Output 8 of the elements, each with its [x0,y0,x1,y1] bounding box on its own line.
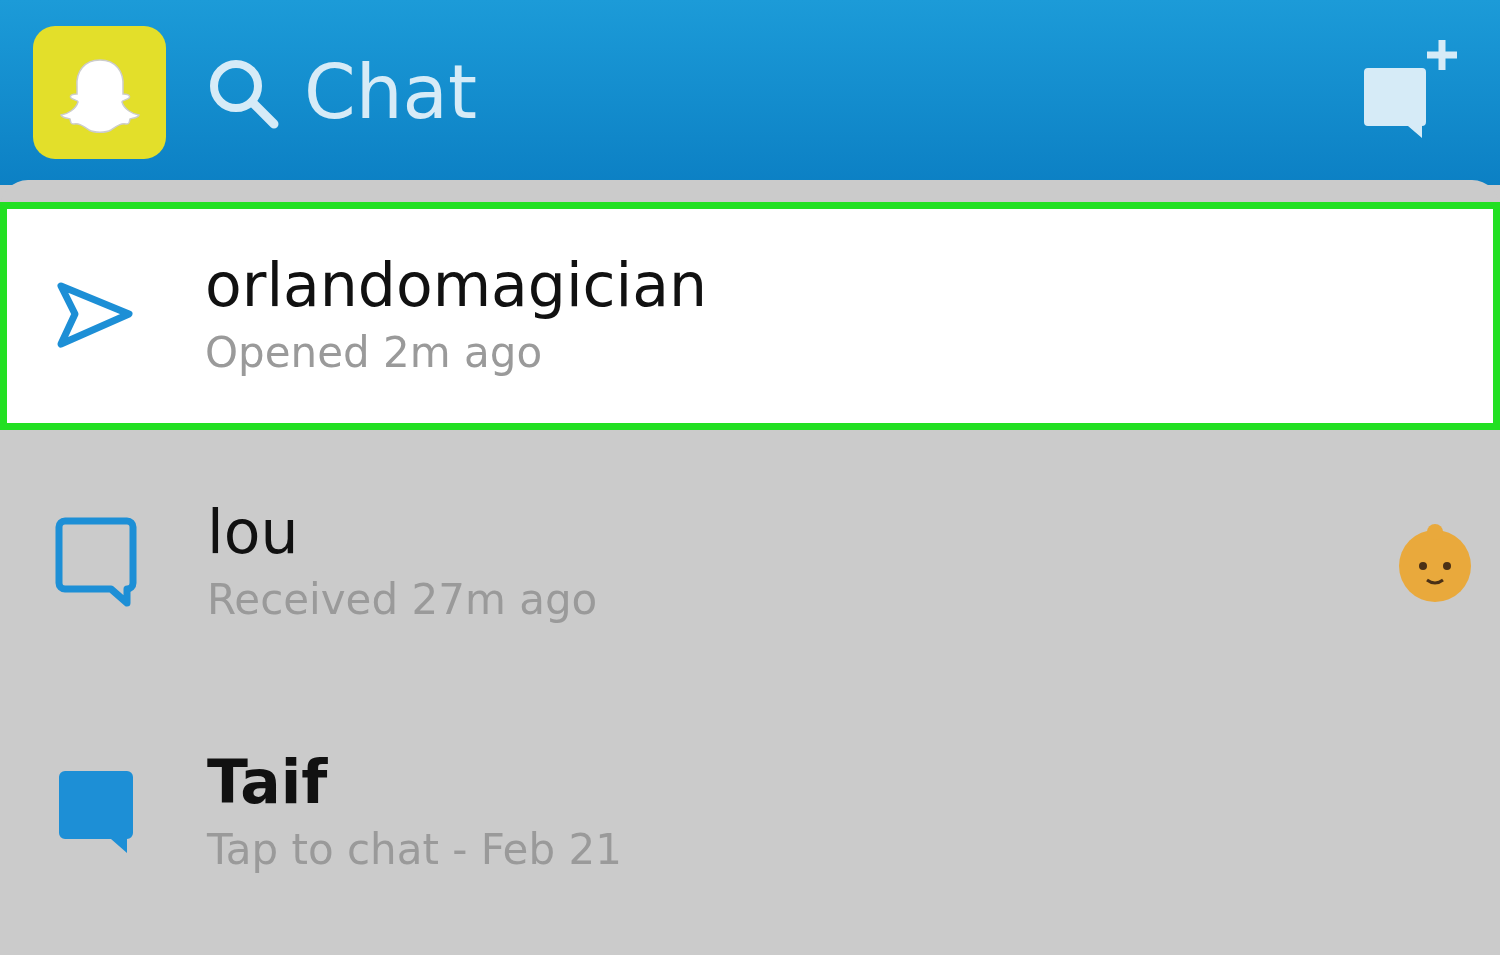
contact-name: Taif [207,745,329,818]
contact-name: lou [207,495,300,568]
app-logo[interactable] [33,26,166,159]
chat-status: Opened 2m ago [205,326,544,379]
chat-row[interactable]: orlandomagician Opened 2m ago [0,202,1500,430]
chat-bubble-icon [55,517,137,609]
header-title: Chat [304,48,477,137]
contact-name: orlandomagician [205,248,708,321]
